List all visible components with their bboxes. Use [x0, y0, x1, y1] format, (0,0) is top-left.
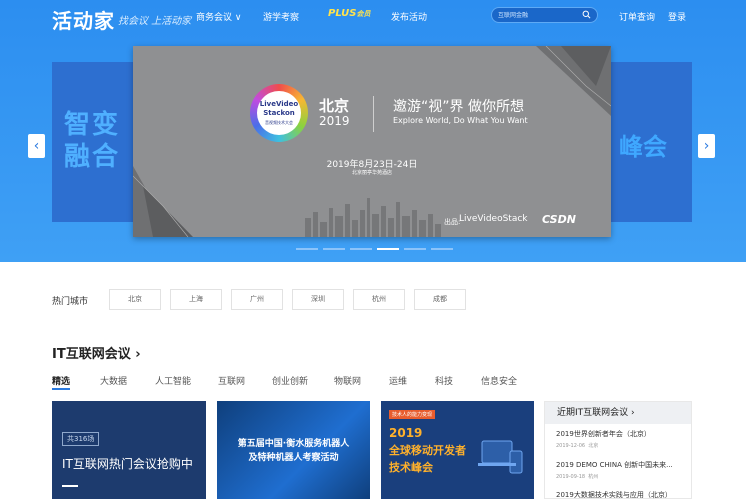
plus-label: PLUS [328, 8, 357, 19]
carousel-dot-6[interactable] [431, 248, 453, 250]
recent-title[interactable]: 近期IT互联网会议 › [545, 402, 691, 424]
tab-big-data[interactable]: 大数据 [100, 374, 127, 387]
slide-tagline: 邀游“视”界 做你所想 [393, 99, 524, 115]
mobile-card-year: 2019 [389, 426, 423, 440]
event-card-mobile-dev[interactable]: 技术人的能力变现 2019 全球移动开发者 技术峰会 [381, 401, 534, 499]
city-button-chengdu[interactable]: 成都 [414, 289, 466, 310]
carousel-dot-5[interactable] [404, 248, 426, 250]
logo-text-3: on [284, 109, 295, 117]
tab-devops[interactable]: 运维 [389, 374, 407, 387]
carousel-active-slide[interactable]: LiveVideo Stackon 音视频技术大会 北京 2019 邀游“视”界… [133, 46, 611, 237]
carousel-next-slide[interactable]: 峰会 [611, 62, 692, 222]
robot-card-title: 第五届中国·衡水服务机器人 及特种机器人考察活动 [217, 437, 370, 465]
carousel-prev-slide[interactable]: 智变 融合 [52, 62, 134, 222]
logo-text: LiveVideo Stackon 音视频技术大会 [257, 91, 301, 135]
recent-it-conferences: 近期IT互联网会议 › 2019世界创新者年会（北京） 2019-12-06 北… [544, 401, 692, 499]
prev-slide-text-2: 融合 [64, 142, 121, 172]
recent-item-title[interactable]: 2019世界创新者年会（北京） [556, 429, 651, 439]
mobile-card-line2: 技术峰会 [389, 461, 433, 474]
order-query-link[interactable]: 订单查询 [619, 10, 655, 23]
recent-item-meta: 2019-09-18 杭州 [556, 473, 598, 480]
nav-study-tours[interactable]: 游学考察 [263, 10, 299, 23]
event-count-badge: 共316场 [62, 432, 100, 446]
recent-item-date: 2019-09-18 [556, 474, 586, 480]
recent-item-city: 北京 [588, 443, 599, 449]
host-livevideostack: LiveVideoStack [459, 214, 528, 224]
slide-divider [373, 96, 374, 132]
recent-item-meta: 2019-12-06 北京 [556, 442, 598, 449]
plus-sub-label: 会员 [356, 10, 371, 18]
carousel-next-arrow-icon[interactable]: › [698, 134, 715, 158]
logo-text-2-row: Stackon [257, 109, 301, 118]
tab-infosec[interactable]: 信息安全 [481, 374, 517, 387]
mobile-card-tag: 技术人的能力变现 [389, 410, 436, 419]
devices-illustration-icon [478, 440, 523, 474]
logo-text-2: Stack [263, 109, 285, 117]
logo-subtitle: 音视频技术大会 [265, 120, 293, 125]
event-card-headline: IT互联网热门会议抢购中 [62, 457, 193, 471]
city-button-guangzhou[interactable]: 广州 [231, 289, 283, 310]
next-slide-text: 峰会 [619, 133, 667, 161]
search-box [491, 7, 598, 23]
search-icon[interactable] [582, 10, 591, 19]
host-label: 出品: [444, 218, 461, 226]
login-link[interactable]: 登录 [668, 10, 686, 23]
site-logo[interactable]: 活动家 [52, 5, 115, 34]
carousel-prev-arrow-icon[interactable]: ‹ [28, 134, 45, 158]
nav-publish-event[interactable]: 发布活动 [391, 10, 427, 23]
tab-iot[interactable]: 物联网 [334, 374, 361, 387]
robot-card-line2: 及特种机器人考察活动 [248, 453, 339, 463]
logo-text-1: LiveVideo [259, 100, 299, 108]
event-card-robot[interactable]: 第五届中国·衡水服务机器人 及特种机器人考察活动 [217, 401, 370, 499]
livevideostack-logo-icon: LiveVideo Stackon 音视频技术大会 [250, 84, 308, 142]
search-input[interactable] [498, 10, 578, 21]
host-csdn-logo: CSDN [542, 213, 576, 226]
slide-city: 北京 [319, 97, 350, 115]
carousel-dot-4[interactable] [377, 248, 399, 250]
city-button-shanghai[interactable]: 上海 [170, 289, 222, 310]
city-button-hangzhou[interactable]: 杭州 [353, 289, 405, 310]
tab-internet[interactable]: 互联网 [218, 374, 245, 387]
carousel-dot-3[interactable] [350, 248, 372, 250]
tab-featured[interactable]: 精选 [52, 374, 70, 387]
event-card-bar [62, 485, 78, 487]
city-button-beijing[interactable]: 北京 [109, 289, 161, 310]
site-slogan: 找会议 上活动家 [118, 16, 192, 27]
robot-card-line1: 第五届中国·衡水服务机器人 [237, 439, 350, 449]
nav-plus-membership[interactable]: PLUS会员 [328, 8, 370, 19]
slide-venue: 北京丽亭华苑酒店 [351, 170, 392, 176]
city-skyline-icon [305, 198, 441, 237]
recent-item-city: 杭州 [588, 474, 599, 480]
tab-technology[interactable]: 科技 [435, 374, 453, 387]
recent-item-title[interactable]: 2019大数据技术实践与应用（北京） [556, 490, 672, 499]
slide-tagline-en: Explore World, Do What You Want [393, 116, 528, 125]
active-tab-underline [52, 388, 70, 390]
tab-ai[interactable]: 人工智能 [155, 374, 191, 387]
recent-item-date: 2019-12-06 [556, 443, 586, 449]
recent-item-title[interactable]: 2019 DEMO CHINA 创新中国未来... [556, 460, 673, 470]
carousel-dot-1[interactable] [296, 248, 318, 250]
section-title-it[interactable]: IT互联网会议 › [52, 343, 141, 362]
mobile-card-line1: 全球移动开发者 [389, 444, 466, 457]
decorative-triangles-right [536, 46, 611, 116]
nav-business-meetings[interactable]: 商务会议 ∨ [196, 10, 241, 23]
city-button-shenzhen[interactable]: 深圳 [292, 289, 344, 310]
slide-year: 2019 [319, 114, 350, 128]
tab-startup[interactable]: 创业创新 [272, 374, 308, 387]
carousel-dot-2[interactable] [323, 248, 345, 250]
event-card-hot[interactable]: 共316场 IT互联网热门会议抢购中 [52, 401, 206, 499]
hot-cities-label: 热门城市 [52, 297, 89, 307]
carousel-dots [296, 248, 453, 250]
